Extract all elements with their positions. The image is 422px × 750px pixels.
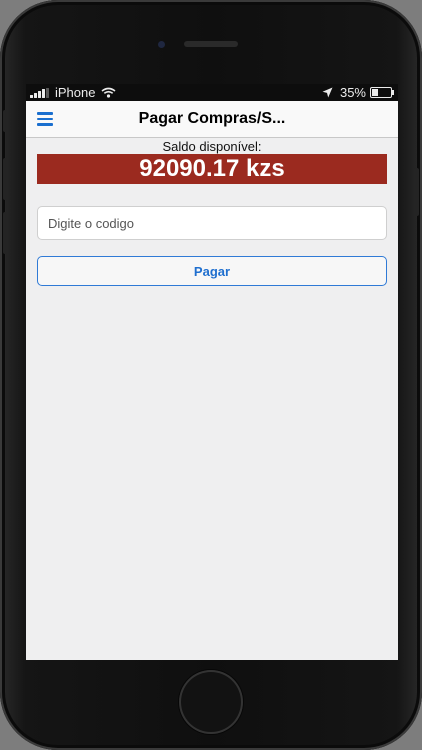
page-title: Pagar Compras/S... (138, 110, 286, 127)
navigation-bar: Pagar Compras/S... (26, 101, 398, 138)
signal-icon (30, 87, 50, 98)
front-camera (158, 41, 165, 48)
volume-down-button (3, 212, 8, 254)
balance-label: Saldo disponível: (162, 139, 262, 154)
power-button (414, 168, 419, 216)
mute-switch (3, 110, 8, 132)
phone-frame: iPhone 35% Pagar Compras/S... Saldo disp… (0, 0, 422, 750)
wifi-icon (101, 87, 116, 98)
volume-up-button (3, 158, 8, 200)
code-input[interactable] (37, 206, 387, 240)
battery-icon (370, 87, 394, 98)
pay-button[interactable]: Pagar (37, 256, 387, 286)
home-button (179, 670, 243, 734)
app-screen: iPhone 35% Pagar Compras/S... Saldo disp… (26, 84, 398, 660)
location-arrow-icon (322, 87, 333, 98)
carrier-name: iPhone (55, 85, 96, 100)
status-bar: iPhone 35% (26, 84, 398, 101)
balance-amount: 92090.17 kzs (37, 154, 387, 184)
earpiece-speaker (184, 41, 238, 47)
battery-percent: 35% (339, 85, 366, 100)
